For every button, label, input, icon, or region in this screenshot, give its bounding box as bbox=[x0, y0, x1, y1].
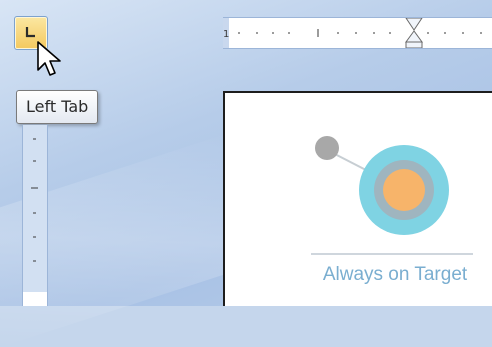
mouse-pointer-icon bbox=[37, 41, 61, 76]
logo-text: Always on Target bbox=[322, 264, 468, 285]
vertical-ruler[interactable] bbox=[22, 125, 48, 306]
horizontal-ruler[interactable]: 1 bbox=[223, 17, 492, 49]
document-page[interactable]: Always on Target bbox=[223, 91, 492, 306]
left-tab-stop-icon bbox=[25, 27, 35, 38]
tooltip: Left Tab bbox=[16, 90, 99, 124]
vertical-ruler-page-area bbox=[23, 292, 47, 306]
logo-divider bbox=[311, 253, 473, 255]
ruler-ticks: 1 bbox=[223, 18, 482, 48]
ruler-number-label: 1 bbox=[223, 29, 229, 40]
target-logo-icon bbox=[315, 136, 449, 235]
indent-marker-icon[interactable] bbox=[405, 18, 423, 48]
vertical-ruler-ticks bbox=[31, 138, 38, 262]
tooltip-text: Left Tab bbox=[26, 97, 89, 116]
